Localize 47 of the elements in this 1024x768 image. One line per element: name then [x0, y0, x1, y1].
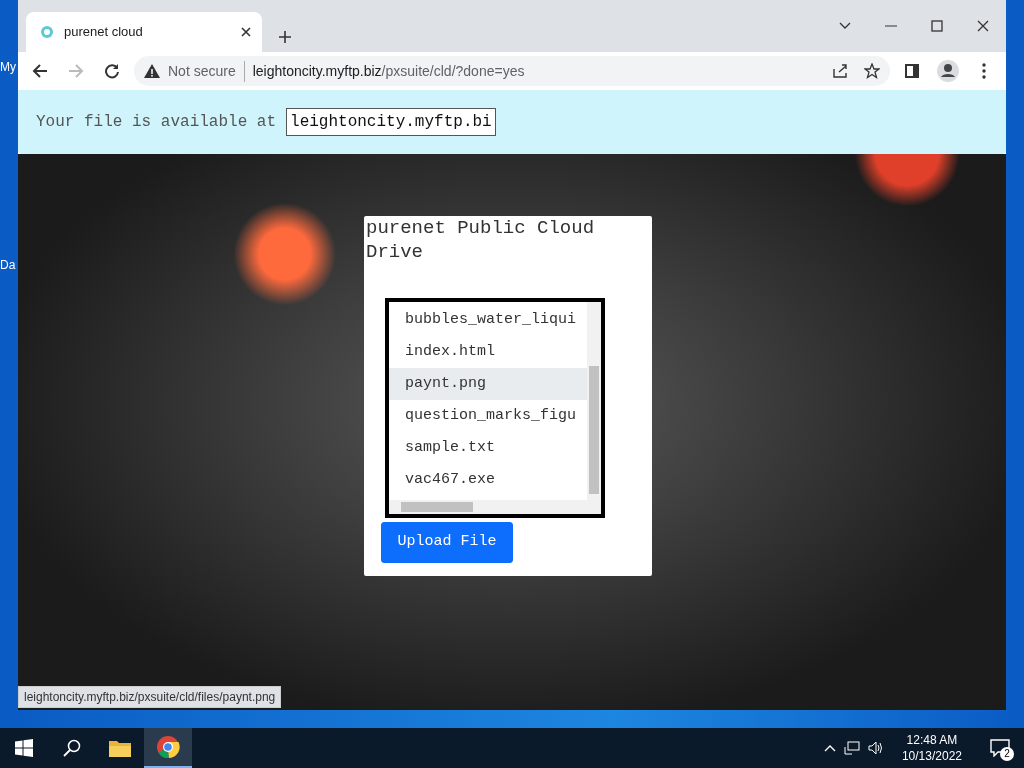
back-arrow-icon[interactable] [32, 63, 48, 79]
menu-icon[interactable] [982, 63, 986, 79]
url-text: leightoncity.myftp.biz/pxsuite/cld/?done=yes [252, 61, 525, 81]
chevron-up-icon[interactable] [823, 744, 836, 752]
close-icon[interactable] [240, 26, 252, 38]
reload-icon[interactable] [104, 63, 120, 79]
maximize-icon[interactable] [931, 20, 943, 32]
file-item[interactable]: sample.txt [389, 432, 587, 464]
start-icon[interactable] [15, 739, 33, 757]
search-icon[interactable] [63, 739, 81, 757]
clock[interactable]: 12:48 AM 10/13/2022 [901, 732, 962, 764]
card-title: purenet Public Cloud Drive [365, 216, 596, 264]
horizontal-scrollbar[interactable] [389, 500, 601, 514]
vertical-scrollbar[interactable] [587, 302, 601, 500]
status-url: leightoncity.myftp.biz/pxsuite/cld/files/paynt.png [18, 686, 282, 708]
browser-tab[interactable]: purenet cloud [26, 12, 262, 52]
file-item[interactable]: bubbles_water_liqui [389, 304, 587, 336]
file-item[interactable]: question_marks_figu [389, 400, 587, 432]
notification-icon[interactable] [990, 739, 1010, 757]
scrollbar-thumb[interactable] [401, 502, 473, 512]
scrollbar-thumb[interactable] [589, 366, 599, 494]
upload-button[interactable]: Upload File [381, 522, 513, 563]
security-label: Not secure [168, 60, 245, 82]
star-icon[interactable] [864, 63, 880, 79]
desktop-icon-label: Da [0, 257, 17, 274]
warning-icon [144, 64, 160, 78]
browser-icon[interactable] [156, 735, 180, 759]
folder-icon[interactable] [109, 739, 131, 757]
file-item[interactable]: index.html [389, 336, 587, 368]
chevron-down-icon[interactable] [839, 22, 851, 30]
close-icon[interactable] [977, 20, 989, 32]
banner-text: Your file is available at [36, 112, 277, 133]
file-list[interactable]: bubbles_water_liqui index.html paynt.png question_marks_figu sample.txt vac467.exe [385, 298, 605, 518]
network-icon[interactable] [843, 741, 860, 755]
address-bar[interactable]: Not secure leightoncity.myftp.biz/pxsuite/cld/?done=yes [134, 56, 890, 86]
tab-title: purenet cloud [64, 23, 144, 42]
globe-icon [40, 25, 54, 39]
url-field[interactable]: leightoncity.myftp.bi [286, 108, 497, 136]
share-icon[interactable] [832, 63, 848, 79]
file-item[interactable]: paynt.png [389, 368, 587, 400]
new-tab-icon[interactable] [278, 30, 292, 44]
file-item[interactable]: vac467.exe [389, 464, 587, 496]
desktop-icon-label: My [0, 59, 17, 76]
speaker-icon[interactable] [867, 741, 884, 755]
profile-icon[interactable] [937, 60, 959, 82]
side-panel-icon[interactable] [905, 64, 919, 78]
notification-badge: 2 [1000, 747, 1014, 761]
